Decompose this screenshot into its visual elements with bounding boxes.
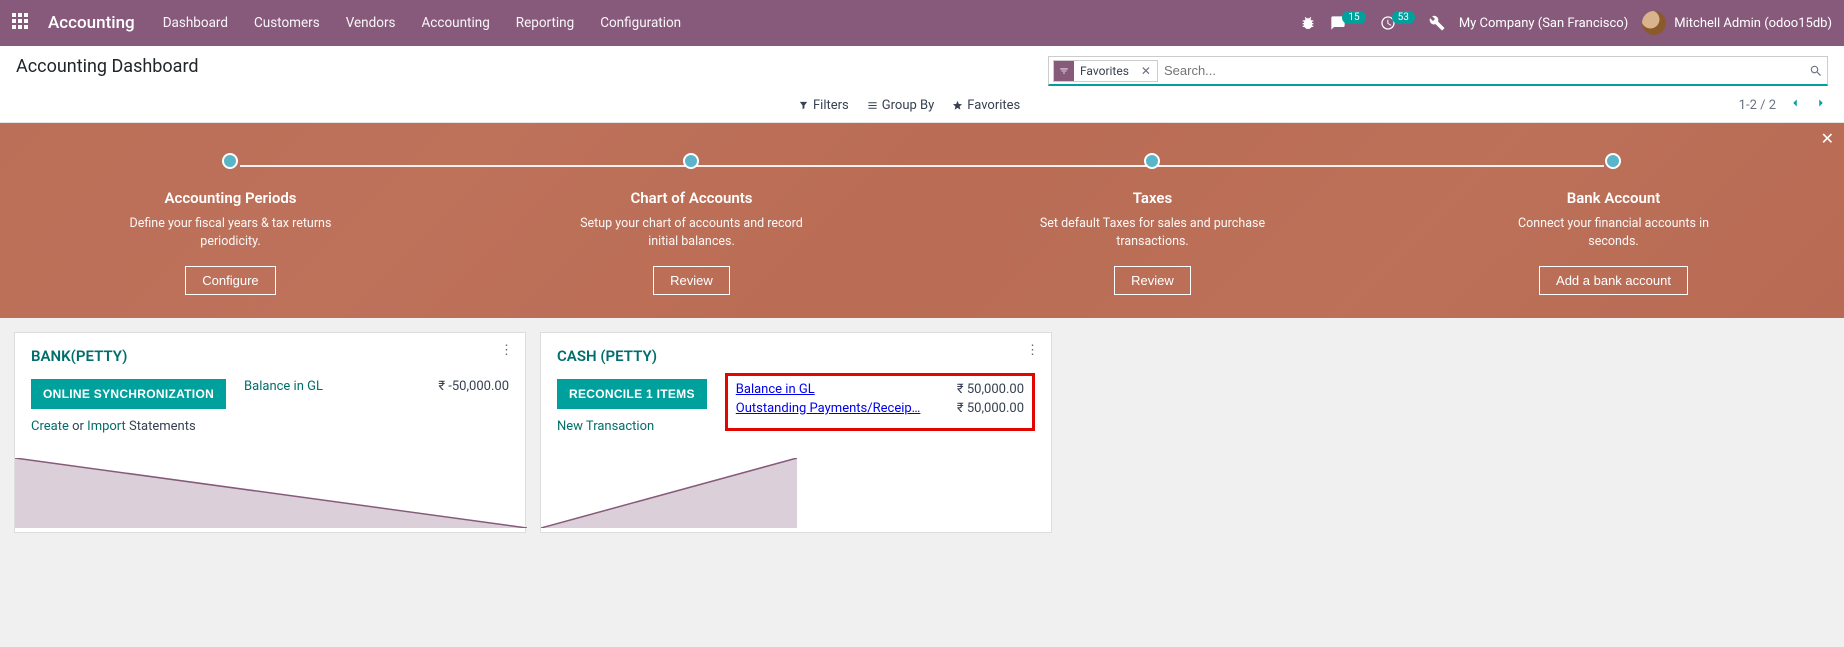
favorites-button[interactable]: Favorites	[952, 98, 1020, 113]
search-input[interactable]	[1158, 59, 1809, 83]
onboard-step-taxes: Taxes Set default Taxes for sales and pu…	[950, 153, 1356, 295]
card-cash-petty: ⋮ CASH (PETTY) RECONCILE 1 ITEMS New Tra…	[540, 332, 1052, 533]
onboarding-banner: ✕ Accounting Periods Define your fiscal …	[0, 123, 1844, 318]
step-desc: Set default Taxes for sales and purchase…	[1037, 215, 1267, 250]
groupby-label: Group By	[882, 98, 935, 113]
step-title: Chart of Accounts	[489, 189, 895, 207]
onboard-step-periods: Accounting Periods Define your fiscal ye…	[28, 153, 434, 295]
apps-icon[interactable]	[12, 13, 36, 33]
onboard-step-bank: Bank Account Connect your financial acco…	[1411, 153, 1817, 295]
menu-configuration[interactable]: Configuration	[600, 15, 681, 31]
new-transaction-link[interactable]: New Transaction	[557, 419, 654, 434]
import-link[interactable]: Import	[87, 419, 126, 434]
step-action-add-bank[interactable]: Add a bank account	[1539, 266, 1688, 295]
facet-remove[interactable]: ✕	[1135, 64, 1157, 78]
outstanding-value: ₹ 50,000.00	[957, 401, 1024, 416]
bug-icon[interactable]	[1300, 15, 1316, 31]
balance-gl-value: ₹ -50,000.00	[438, 379, 509, 394]
card-bank-petty: ⋮ BANK(PETTY) ONLINE SYNCHRONIZATION Cre…	[14, 332, 526, 533]
reconcile-button[interactable]: RECONCILE 1 ITEMS	[557, 379, 707, 409]
balance-gl-link[interactable]: Balance in GL	[244, 379, 323, 394]
card-title[interactable]: CASH (PETTY)	[557, 347, 1035, 365]
messages-badge: 15	[1342, 11, 1365, 24]
control-panel: Accounting Dashboard Favorites ✕	[0, 46, 1844, 123]
pager: 1-2 / 2	[1739, 96, 1828, 114]
sparkline-chart	[15, 458, 527, 528]
card-menu-icon[interactable]: ⋮	[500, 343, 513, 358]
activities-icon[interactable]: 53	[1380, 15, 1415, 31]
company-selector[interactable]: My Company (San Francisco)	[1459, 16, 1628, 31]
step-action-review[interactable]: Review	[1114, 266, 1191, 295]
cash-balance-gl-link[interactable]: Balance in GL	[736, 382, 815, 397]
activities-badge: 53	[1392, 11, 1415, 24]
step-title: Accounting Periods	[28, 189, 434, 207]
avatar	[1642, 11, 1666, 35]
card-title[interactable]: BANK(PETTY)	[31, 347, 509, 365]
step-dot	[222, 153, 238, 169]
step-dot	[1144, 153, 1160, 169]
funnel-icon	[1054, 61, 1074, 81]
menu-dashboard[interactable]: Dashboard	[163, 15, 228, 31]
balance-highlight-box: Balance in GL ₹ 50,000.00 Outstanding Pa…	[725, 373, 1035, 431]
step-dot	[683, 153, 699, 169]
page-title: Accounting Dashboard	[16, 56, 199, 77]
step-desc: Define your fiscal years & tax returns p…	[115, 215, 345, 250]
menu-customers[interactable]: Customers	[254, 15, 320, 31]
menu-reporting[interactable]: Reporting	[516, 15, 574, 31]
step-title: Bank Account	[1411, 189, 1817, 207]
tools-icon[interactable]	[1429, 15, 1445, 31]
search-facet-favorites: Favorites ✕	[1053, 60, 1158, 82]
search-box[interactable]: Favorites ✕	[1048, 56, 1828, 86]
top-nav: Accounting Dashboard Customers Vendors A…	[0, 0, 1844, 46]
step-dot	[1605, 153, 1621, 169]
step-action-review[interactable]: Review	[653, 266, 730, 295]
step-action-configure[interactable]: Configure	[185, 266, 275, 295]
messages-icon[interactable]: 15	[1330, 15, 1365, 31]
card-menu-icon[interactable]: ⋮	[1026, 343, 1039, 358]
outstanding-link[interactable]: Outstanding Payments/Receip…	[736, 401, 921, 416]
create-link[interactable]: Create	[31, 419, 69, 434]
favorites-label: Favorites	[967, 98, 1020, 113]
nav-right: 15 53 My Company (San Francisco) Mitchel…	[1300, 11, 1832, 35]
or-text: or	[72, 419, 84, 434]
pager-prev[interactable]	[1788, 96, 1802, 114]
facet-label: Favorites	[1074, 64, 1135, 78]
step-title: Taxes	[950, 189, 1356, 207]
statements-text: Statements	[129, 419, 196, 434]
menu-vendors[interactable]: Vendors	[346, 15, 396, 31]
step-desc: Connect your financial accounts in secon…	[1498, 215, 1728, 250]
user-menu[interactable]: Mitchell Admin (odoo15db)	[1642, 11, 1832, 35]
filters-button[interactable]: Filters	[798, 98, 849, 113]
pager-next[interactable]	[1814, 96, 1828, 114]
search-icon[interactable]	[1809, 64, 1823, 78]
cash-balance-gl-value: ₹ 50,000.00	[957, 382, 1024, 397]
app-brand[interactable]: Accounting	[48, 13, 135, 33]
dashboard-kanban: ⋮ BANK(PETTY) ONLINE SYNCHRONIZATION Cre…	[0, 318, 1844, 547]
user-name: Mitchell Admin (odoo15db)	[1674, 16, 1832, 31]
onboard-step-coa: Chart of Accounts Setup your chart of ac…	[489, 153, 895, 295]
pager-count: 1-2 / 2	[1739, 98, 1776, 113]
main-menu: Dashboard Customers Vendors Accounting R…	[163, 15, 1293, 31]
sparkline-chart	[541, 458, 1053, 528]
menu-accounting[interactable]: Accounting	[422, 15, 490, 31]
step-desc: Setup your chart of accounts and record …	[576, 215, 806, 250]
filters-label: Filters	[813, 98, 849, 113]
search-tools: Filters Group By Favorites	[798, 98, 1020, 113]
online-sync-button[interactable]: ONLINE SYNCHRONIZATION	[31, 379, 226, 409]
create-import-line: Create or Import Statements	[31, 419, 226, 434]
groupby-button[interactable]: Group By	[867, 98, 935, 113]
